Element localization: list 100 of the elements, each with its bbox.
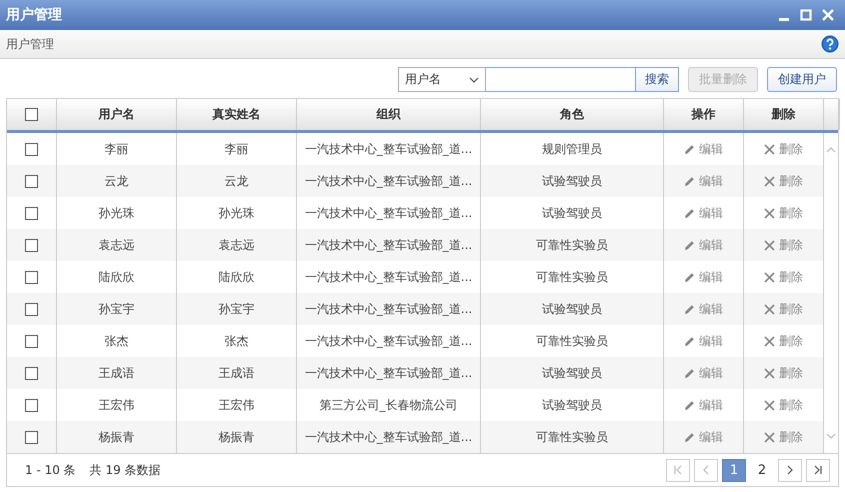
delete-button[interactable]: 删除	[764, 364, 803, 382]
edit-button[interactable]: 编辑	[684, 268, 723, 286]
table-cell: 孙宝宇	[218, 300, 254, 318]
delete-icon	[764, 176, 775, 186]
pencil-icon	[684, 208, 695, 218]
search-field[interactable]	[486, 67, 636, 92]
delete-icon	[764, 304, 775, 314]
delete-button[interactable]: 删除	[764, 428, 803, 446]
table-cell: 一汽技术中心_整车试验部_道...	[304, 268, 472, 286]
delete-button[interactable]: 删除	[764, 300, 803, 318]
delete-icon	[764, 432, 775, 442]
table-cell: 一汽技术中心_整车试验部_道...	[304, 140, 472, 158]
breadcrumb: 用户管理	[6, 36, 55, 52]
row-checkbox[interactable]	[25, 430, 38, 444]
delete-button[interactable]: 删除	[764, 268, 803, 286]
table-cell: 王宏伟	[218, 396, 254, 414]
pencil-icon	[684, 400, 695, 410]
delete-icon	[764, 144, 775, 154]
table-cell: 试验驾驶员	[542, 204, 602, 222]
row-checkbox[interactable]	[25, 270, 38, 284]
delete-button[interactable]: 删除	[764, 172, 803, 190]
row-checkbox[interactable]	[25, 142, 38, 156]
pencil-icon	[684, 272, 695, 282]
pencil-icon	[684, 176, 695, 186]
edit-button[interactable]: 编辑	[684, 204, 723, 222]
help-icon[interactable]	[821, 35, 839, 53]
table-cell: 王成语	[98, 364, 134, 382]
table-cell: 一汽技术中心_整车试验部_道...	[304, 332, 472, 350]
delete-button[interactable]: 删除	[764, 140, 803, 158]
delete-button[interactable]: 删除	[764, 204, 803, 222]
column-header[interactable]: 角色	[560, 106, 584, 123]
column-header[interactable]: 用户名	[98, 106, 134, 123]
table-cell: 孙光珠	[218, 204, 254, 222]
next-page-button[interactable]	[778, 458, 802, 482]
table-cell: 可靠性实验员	[536, 268, 608, 286]
table-cell: 第三方公司_长春物流公司	[320, 396, 458, 414]
pencil-icon	[684, 432, 695, 442]
table-cell: 一汽技术中心_整车试验部_道...	[304, 204, 472, 222]
table-cell: 云龙	[104, 172, 128, 190]
edit-button[interactable]: 编辑	[684, 428, 723, 446]
scroll-down-icon	[826, 431, 836, 441]
row-checkbox[interactable]	[25, 238, 38, 252]
edit-button[interactable]: 编辑	[684, 364, 723, 382]
maximize-icon	[800, 9, 812, 21]
table-cell: 陆欣欣	[218, 268, 254, 286]
pencil-icon	[684, 336, 695, 346]
table-cell: 一汽技术中心_整车试验部_道...	[304, 428, 472, 446]
edit-button[interactable]: 编辑	[684, 172, 723, 190]
table-cell: 可靠性实验员	[536, 428, 608, 446]
delete-button[interactable]: 删除	[764, 332, 803, 350]
column-header[interactable]: 删除	[772, 106, 796, 123]
column-header[interactable]: 真实姓名	[212, 106, 260, 123]
prev-icon	[701, 465, 711, 475]
row-checkbox[interactable]	[25, 174, 38, 188]
delete-button[interactable]: 删除	[764, 396, 803, 414]
edit-button[interactable]: 编辑	[684, 396, 723, 414]
row-checkbox[interactable]	[25, 206, 38, 220]
edit-button[interactable]: 编辑	[684, 236, 723, 254]
delete-icon	[764, 400, 775, 410]
edit-button[interactable]: 编辑	[684, 140, 723, 158]
minimize-icon	[779, 18, 789, 20]
delete-icon	[764, 368, 775, 378]
last-page-button[interactable]	[806, 458, 830, 482]
column-header[interactable]: 组织	[376, 106, 400, 123]
table-cell: 陆欣欣	[98, 268, 134, 286]
scroll-up-icon	[826, 145, 836, 155]
select-all-checkbox[interactable]	[25, 108, 38, 121]
close-icon	[822, 9, 834, 21]
row-checkbox[interactable]	[25, 302, 38, 316]
create-user-button[interactable]: 创建用户	[767, 67, 837, 92]
delete-icon	[764, 208, 775, 218]
search-button[interactable]: 搜索	[636, 67, 679, 92]
table-cell: 试验驾驶员	[542, 396, 602, 414]
delete-icon	[764, 272, 775, 282]
total-count: 共 19 条数据	[90, 462, 161, 478]
page-button[interactable]: 1	[722, 458, 746, 482]
delete-button[interactable]: 删除	[764, 236, 803, 254]
pencil-icon	[684, 368, 695, 378]
table-cell: 孙宝宇	[98, 300, 134, 318]
field-dropdown[interactable]: 用户名	[398, 67, 486, 92]
row-checkbox[interactable]	[25, 398, 38, 412]
delete-icon	[764, 240, 775, 250]
first-icon	[673, 465, 683, 475]
edit-button[interactable]: 编辑	[684, 332, 723, 350]
table-cell: 王宏伟	[98, 396, 134, 414]
table-cell: 一汽技术中心_整车试验部_道...	[304, 172, 472, 190]
caret-icon	[469, 74, 479, 84]
row-checkbox[interactable]	[25, 334, 38, 348]
table-cell: 杨振青	[218, 428, 254, 446]
table-cell: 可靠性实验员	[536, 236, 608, 254]
last-icon	[813, 465, 823, 475]
table-cell: 可靠性实验员	[536, 332, 608, 350]
row-checkbox[interactable]	[25, 366, 38, 380]
table-cell: 一汽技术中心_整车试验部_道...	[304, 364, 472, 382]
edit-button[interactable]: 编辑	[684, 300, 723, 318]
page-range: 1 - 10 条	[25, 462, 76, 478]
table-cell: 张杰	[224, 332, 248, 350]
table-cell: 袁志远	[98, 236, 134, 254]
column-header[interactable]: 操作	[692, 106, 716, 123]
table-cell: 张杰	[104, 332, 128, 350]
